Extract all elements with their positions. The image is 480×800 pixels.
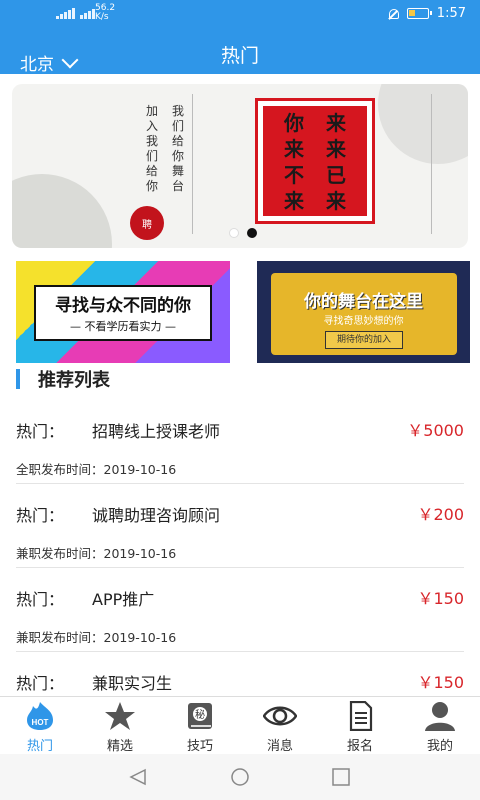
secret-book-icon: 秘 xyxy=(188,703,212,729)
job-price: ￥150 xyxy=(417,673,464,692)
hot-flame-icon: HOT xyxy=(27,702,53,730)
section-title: 推荐列表 xyxy=(38,370,110,391)
back-icon[interactable] xyxy=(128,768,148,786)
page-title: 热门 xyxy=(220,45,259,67)
bottom-nav: HOT 热门 精选 秘 技巧 消息 报名 我的 xyxy=(0,696,480,754)
promo-card-subtitle: 寻找奇思妙想的你 xyxy=(323,316,404,327)
list-item[interactable]: 热门： APP推广 ￥150 兼职发布时间：2019-10-16 xyxy=(16,568,464,652)
carousel-dots xyxy=(229,228,257,238)
carousel-dot-active[interactable] xyxy=(247,228,257,238)
star-icon xyxy=(105,702,135,730)
network-speed-unit: K/s xyxy=(95,12,109,22)
promo-card-title: 你的舞台在这里 xyxy=(304,292,423,312)
tab-label: 我的 xyxy=(426,739,453,754)
system-nav-bar xyxy=(0,754,480,800)
svg-text:秘: 秘 xyxy=(195,708,205,721)
top-bar: 56.2 K/s 1:57 北京 热门 xyxy=(0,0,480,75)
list-item[interactable]: 热门： 诚聘助理咨询顾问 ￥200 兼职发布时间：2019-10-16 xyxy=(16,484,464,568)
banner-calligraphy-right: 我们给你舞台 xyxy=(172,104,185,193)
job-tag: 热门： xyxy=(16,422,65,441)
tab-messages[interactable]: 消息 xyxy=(240,697,320,754)
list-item[interactable]: 热门： 招聘线上授课老师 ￥5000 全职发布时间：2019-10-16 xyxy=(16,400,464,484)
job-price: ￥5000 xyxy=(407,421,464,440)
tab-hot[interactable]: HOT 热门 xyxy=(0,697,80,754)
document-icon xyxy=(349,701,373,731)
recents-icon[interactable] xyxy=(331,768,351,786)
carousel-dot[interactable] xyxy=(229,228,239,238)
svg-text:HOT: HOT xyxy=(32,718,49,727)
banner-calligraphy-left: 加入我们给你 xyxy=(146,104,159,193)
tab-profile[interactable]: 我的 xyxy=(400,697,480,754)
job-tag: 热门： xyxy=(16,674,65,693)
job-price: ￥200 xyxy=(417,505,464,524)
job-list: 热门： 招聘线上授课老师 ￥5000 全职发布时间：2019-10-16 热门：… xyxy=(0,400,480,736)
job-tag: 热门： xyxy=(16,506,65,525)
status-time: 1:57 xyxy=(436,6,466,21)
job-price: ￥150 xyxy=(417,589,464,608)
status-bar: 56.2 K/s 1:57 xyxy=(0,0,480,28)
job-meta: 全职发布时间：2019-10-16 xyxy=(16,462,177,477)
app-header: 北京 热门 xyxy=(0,28,480,75)
tab-signup[interactable]: 报名 xyxy=(320,697,400,754)
job-title: 诚聘助理咨询顾问 xyxy=(92,506,221,525)
banner-seal: 你 来 来 来 不 已 来 来 xyxy=(255,98,375,224)
job-title: APP推广 xyxy=(92,590,155,609)
battery-icon xyxy=(406,8,432,19)
tab-label: 技巧 xyxy=(186,739,213,754)
home-icon[interactable] xyxy=(229,768,251,786)
job-title: 兼职实习生 xyxy=(92,674,173,693)
tab-label: 精选 xyxy=(106,739,133,754)
tab-label: 热门 xyxy=(26,739,53,754)
status-right: 1:57 xyxy=(387,6,466,21)
network-speed: 56.2 K/s xyxy=(95,4,115,22)
promo-join-button[interactable]: 期待你的加入 xyxy=(325,331,403,349)
job-meta: 兼职发布时间：2019-10-16 xyxy=(16,546,177,561)
signal-icon xyxy=(56,7,95,19)
promo-card-title: 寻找与众不同的你 xyxy=(55,296,191,316)
promo-card-subtitle: — 不看学历看实力 — xyxy=(70,320,176,333)
job-meta: 兼职发布时间：2019-10-16 xyxy=(16,630,177,645)
mute-bell-icon xyxy=(387,8,399,20)
job-tag: 热门： xyxy=(16,590,65,609)
promo-card-stage[interactable]: 你的舞台在这里 寻找奇思妙想的你 期待你的加入 xyxy=(257,261,470,363)
tab-label: 报名 xyxy=(346,739,373,754)
promo-card-unique[interactable]: 寻找与众不同的你 — 不看学历看实力 — xyxy=(16,261,230,363)
tab-tips[interactable]: 秘 技巧 xyxy=(160,697,240,754)
tab-featured[interactable]: 精选 xyxy=(80,697,160,754)
banner-stamp: 聘 xyxy=(130,206,164,240)
banner-carousel[interactable]: 加入我们给你 我们给你舞台 你 来 来 来 不 已 来 来 聘 xyxy=(12,84,468,248)
section-accent-bar xyxy=(16,369,20,389)
tab-label: 消息 xyxy=(266,739,293,754)
section-header: 推荐列表 xyxy=(16,368,110,391)
user-icon xyxy=(425,702,455,731)
job-title: 招聘线上授课老师 xyxy=(92,422,221,441)
eye-icon xyxy=(263,706,297,726)
